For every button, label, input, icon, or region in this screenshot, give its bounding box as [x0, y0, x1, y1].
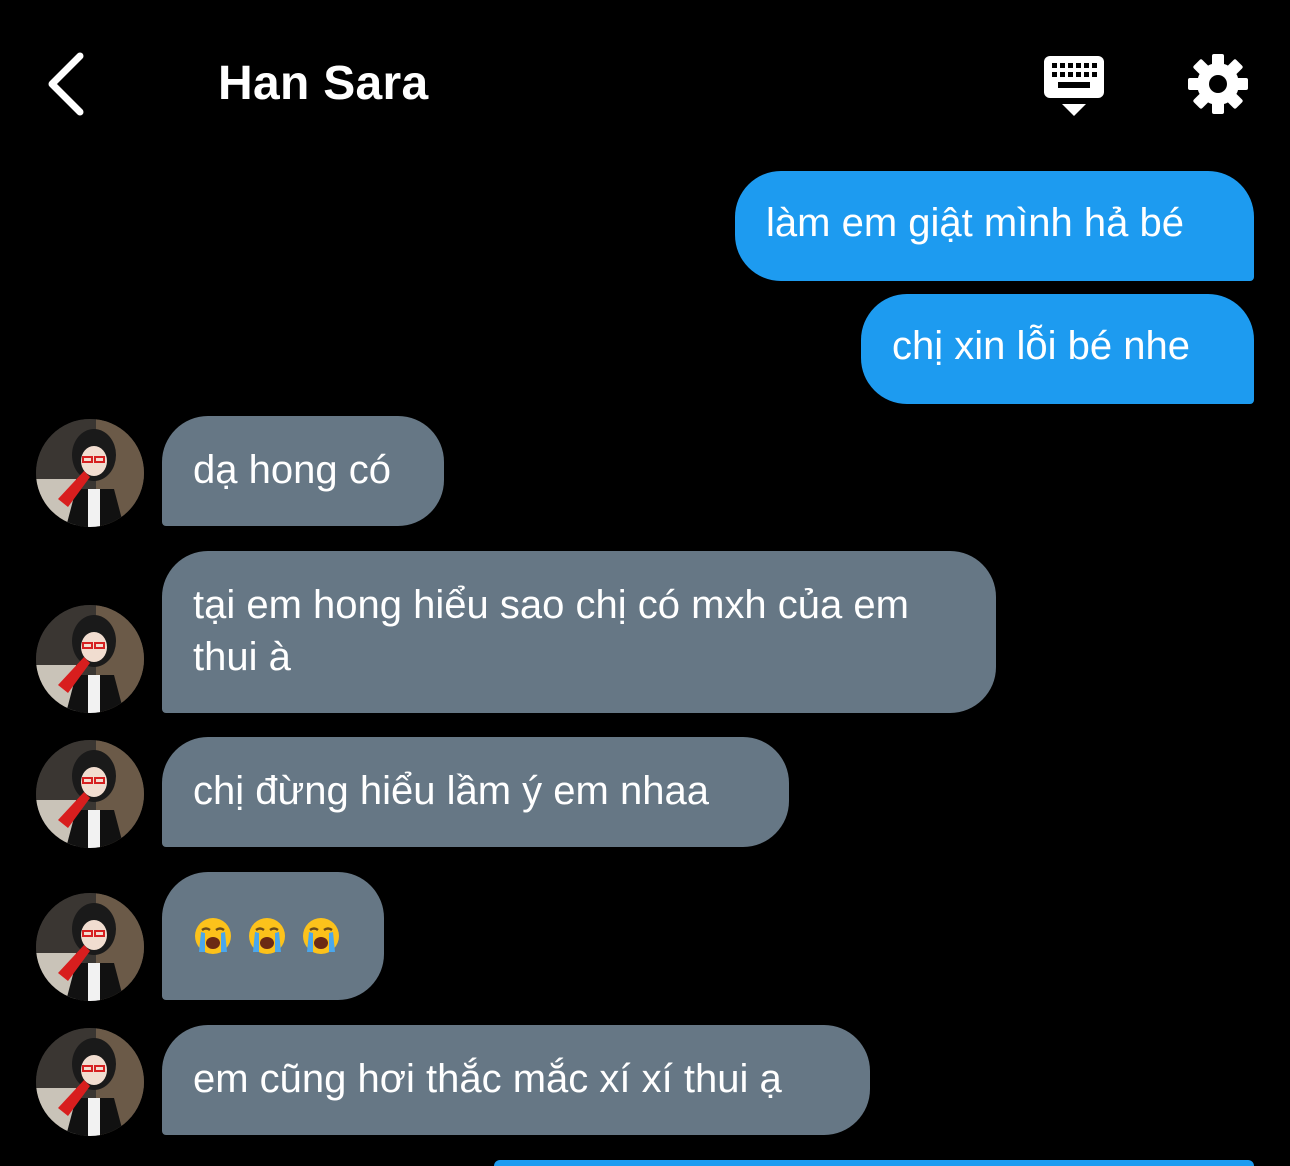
- outgoing-message-partial[interactable]: [494, 1160, 1254, 1166]
- incoming-message[interactable]: tại em hong hiểu sao chị có mxh của em t…: [162, 551, 996, 713]
- outgoing-message[interactable]: làm em giật mình hả bé: [735, 171, 1254, 281]
- keyboard-icon: [1044, 56, 1104, 116]
- message-text: chị đừng hiểu lầm ý em nhaa: [193, 769, 709, 813]
- loudly-crying-face-icon: [195, 918, 231, 954]
- back-button[interactable]: [40, 48, 100, 120]
- avatar[interactable]: [36, 419, 144, 527]
- loudly-crying-face-icon: [303, 918, 339, 954]
- incoming-message[interactable]: em cũng hơi thắc mắc xí xí thui ạ: [162, 1025, 870, 1135]
- avatar[interactable]: [36, 893, 144, 1001]
- conversation-title: Han Sara: [218, 57, 429, 110]
- message-text: em cũng hơi thắc mắc xí xí thui ạ: [193, 1057, 782, 1101]
- settings-button[interactable]: [1186, 52, 1250, 116]
- gear-icon: [1188, 54, 1248, 114]
- incoming-message[interactable]: chị đừng hiểu lầm ý em nhaa: [162, 737, 789, 847]
- profile-photo: [36, 605, 144, 713]
- avatar[interactable]: [36, 605, 144, 713]
- chevron-left-icon: [48, 52, 84, 116]
- avatar[interactable]: [36, 1028, 144, 1136]
- incoming-message[interactable]: dạ hong có: [162, 416, 444, 526]
- avatar[interactable]: [36, 740, 144, 848]
- profile-photo: [36, 893, 144, 1001]
- loudly-crying-face-icon: [249, 918, 285, 954]
- profile-photo: [36, 419, 144, 527]
- incoming-message[interactable]: [162, 872, 384, 1000]
- message-text: chị xin lỗi bé nhe: [892, 324, 1190, 368]
- outgoing-message[interactable]: chị xin lỗi bé nhe: [861, 294, 1254, 404]
- message-text: tại em hong hiểu sao chị có mxh của em t…: [193, 583, 909, 679]
- keyboard-toggle-button[interactable]: [1040, 52, 1108, 120]
- profile-photo: [36, 1028, 144, 1136]
- chat-header: Han Sara: [0, 0, 1290, 160]
- profile-photo: [36, 740, 144, 848]
- message-text: làm em giật mình hả bé: [766, 201, 1184, 245]
- emoji-row: [193, 914, 352, 956]
- message-text: dạ hong có: [193, 448, 391, 492]
